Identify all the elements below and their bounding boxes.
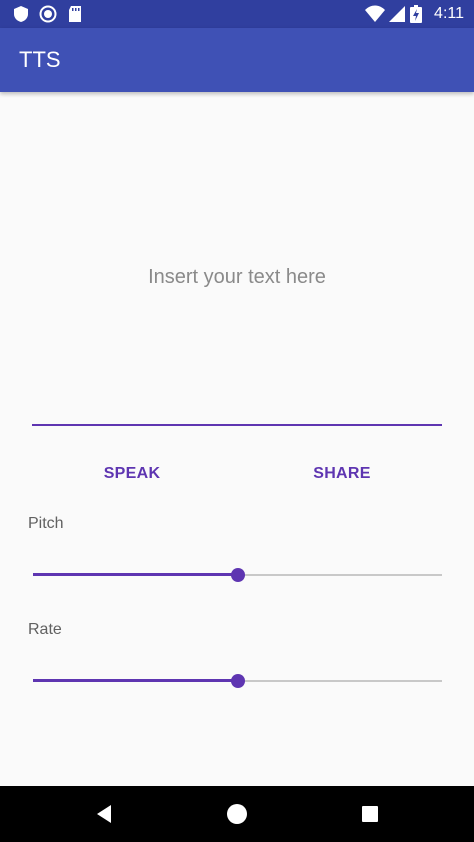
speak-button[interactable]: SPEAK — [57, 456, 207, 492]
rate-slider[interactable] — [33, 671, 442, 691]
pitch-slider-fill — [33, 573, 238, 576]
rate-label: Rate — [28, 621, 62, 638]
status-bar: 4:11 — [0, 0, 474, 28]
pitch-slider-thumb[interactable] — [230, 568, 245, 582]
navigation-bar — [0, 786, 474, 842]
rate-slider-fill — [33, 679, 238, 682]
sd-card-icon — [69, 6, 81, 22]
pitch-label: Pitch — [28, 515, 64, 532]
back-icon[interactable] — [92, 802, 116, 826]
sync-icon — [39, 5, 57, 23]
wifi-icon — [365, 5, 385, 22]
rate-slider-thumb[interactable] — [230, 674, 245, 688]
battery-charging-icon — [410, 5, 422, 23]
share-button[interactable]: SHARE — [267, 456, 417, 492]
signal-icon — [389, 6, 405, 22]
home-icon[interactable] — [225, 802, 249, 826]
recents-icon[interactable] — [358, 802, 382, 826]
shield-icon — [14, 6, 28, 22]
text-input-underline — [32, 424, 442, 426]
pitch-slider[interactable] — [33, 565, 442, 585]
app-title: TTS — [19, 47, 61, 72]
app-bar: TTS — [0, 28, 474, 92]
text-input[interactable] — [32, 100, 442, 425]
text-input-container[interactable]: Insert your text here — [32, 100, 442, 427]
status-time: 4:11 — [434, 5, 464, 22]
